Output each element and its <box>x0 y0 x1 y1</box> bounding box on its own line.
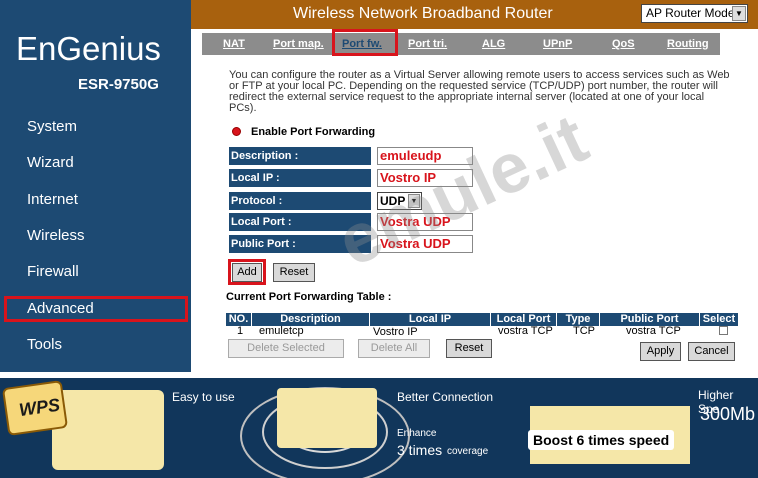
easy-text: Easy to use <box>172 390 235 404</box>
chevron-down-icon: ▼ <box>408 194 420 208</box>
nav-firewall[interactable]: Firewall <box>27 263 79 280</box>
protocol-select[interactable]: UDP ▼ <box>377 192 422 210</box>
public-port-label: Public Port : <box>229 235 371 253</box>
tab-routing[interactable]: Routing <box>667 38 709 50</box>
local-port-input[interactable]: Vostra UDP <box>377 213 473 231</box>
td-local-port: vostra TCP <box>498 325 553 337</box>
td-description: emuletcp <box>259 325 304 337</box>
reset-table-button[interactable]: Reset <box>446 339 492 358</box>
nav-system[interactable]: System <box>27 118 77 135</box>
better-connection-text: Better Connection <box>397 390 494 404</box>
nav-wizard[interactable]: Wizard <box>27 154 74 171</box>
coverage-text: coverage <box>447 446 489 457</box>
reset-button[interactable]: Reset <box>273 263 315 282</box>
wps-badge: WPS <box>1 380 69 436</box>
tab-port-fw-highlight <box>332 29 398 56</box>
protocol-value: UDP <box>380 194 406 208</box>
brand-logo: EnGenius <box>16 30 161 67</box>
td-no: 1 <box>237 325 244 337</box>
row-select-checkbox[interactable] <box>719 326 728 335</box>
add-button[interactable]: Add <box>232 263 262 282</box>
cancel-button[interactable]: Cancel <box>688 342 735 361</box>
model-name: ESR-9750G <box>78 76 159 93</box>
th-local-ip: Local IP <box>370 313 490 326</box>
page-title: Wireless Network Broadband Router <box>293 5 553 22</box>
nav-wireless[interactable]: Wireless <box>27 227 85 244</box>
boost-label: Boost 6 times speed <box>528 430 675 450</box>
table-title: Current Port Forwarding Table : <box>226 291 392 303</box>
enhance-text: Enhance <box>397 428 437 439</box>
delete-selected-button[interactable]: Delete Selected <box>228 339 344 358</box>
apply-button[interactable]: Apply <box>640 342 681 361</box>
sidebar: EnGenius ESR-9750G System Wizard Interne… <box>0 0 191 372</box>
enable-label: Enable Port Forwarding <box>251 126 376 138</box>
three-times-text: 3 times <box>397 442 443 458</box>
tab-port-tri[interactable]: Port tri. <box>408 38 447 50</box>
router-image-2 <box>277 388 377 448</box>
tab-nat[interactable]: NAT <box>223 38 245 50</box>
tab-port-map[interactable]: Port map. <box>273 38 324 50</box>
delete-all-button[interactable]: Delete All <box>358 339 430 358</box>
wps-text: WPS <box>17 394 62 421</box>
enable-radio[interactable] <box>232 127 241 136</box>
local-ip-input[interactable]: Vostro IP <box>377 169 473 187</box>
local-port-label: Local Port : <box>229 213 371 231</box>
mode-select[interactable]: AP Router Mode ▼ <box>641 4 748 23</box>
td-type: TCP <box>573 325 595 337</box>
router-image <box>52 390 164 470</box>
description-text: You can configure the router as a Virtua… <box>229 69 730 114</box>
tab-alg[interactable]: ALG <box>482 38 505 50</box>
description-label: Description : <box>229 147 371 165</box>
header-bar: Wireless Network Broadband Router AP Rou… <box>191 0 758 29</box>
nav-tools[interactable]: Tools <box>27 336 62 353</box>
local-ip-label: Local IP : <box>229 169 371 187</box>
tab-upnp[interactable]: UPnP <box>543 38 572 50</box>
th-select: Select <box>700 313 738 326</box>
td-public-port: vostra TCP <box>626 325 681 337</box>
speed-text: 300Mb <box>700 404 756 424</box>
public-port-input[interactable]: Vostra UDP <box>377 235 473 253</box>
chevron-down-icon: ▼ <box>732 6 746 21</box>
mode-select-value: AP Router Mode <box>646 6 735 20</box>
nav-advanced[interactable]: Advanced <box>27 300 94 317</box>
tab-qos[interactable]: QoS <box>612 38 635 50</box>
protocol-label: Protocol : <box>229 192 371 210</box>
td-local-ip: Vostro IP <box>373 326 418 338</box>
tabs-bar: NAT Port map. Port fw. Port tri. ALG UPn… <box>202 33 720 55</box>
nav-internet[interactable]: Internet <box>27 191 78 208</box>
promo-banner: WPS Easy to use Better Connection Enhanc… <box>0 378 758 478</box>
description-input[interactable]: emuleudp <box>377 147 473 165</box>
